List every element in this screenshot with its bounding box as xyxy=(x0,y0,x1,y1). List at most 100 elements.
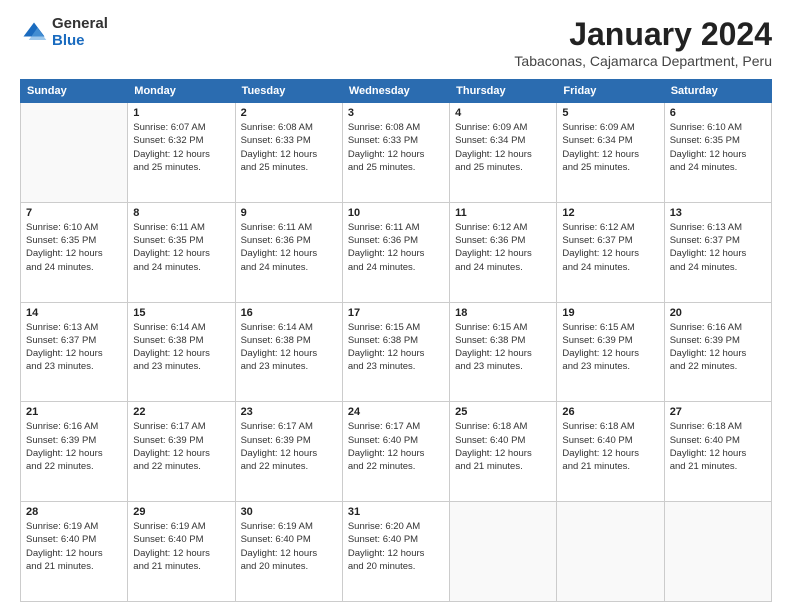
calendar-cell: 26 Sunrise: 6:18 AMSunset: 6:40 PMDayligh… xyxy=(557,402,664,502)
day-number: 5 xyxy=(562,107,658,119)
day-number: 4 xyxy=(455,107,551,119)
day-info: Sunrise: 6:12 AMSunset: 6:36 PMDaylight:… xyxy=(455,221,551,274)
title-block: January 2024 Tabaconas, Cajamarca Depart… xyxy=(514,16,772,69)
calendar-cell: 18 Sunrise: 6:15 AMSunset: 6:38 PMDayligh… xyxy=(450,302,557,402)
calendar-week-row: 1 Sunrise: 6:07 AMSunset: 6:32 PMDaylight… xyxy=(21,103,772,203)
day-of-week-header: Wednesday xyxy=(342,80,449,103)
day-number: 18 xyxy=(455,307,551,319)
day-info: Sunrise: 6:20 AMSunset: 6:40 PMDaylight:… xyxy=(348,520,444,573)
day-number: 11 xyxy=(455,207,551,219)
calendar-cell: 7Sunrise: 6:10 AMSunset: 6:35 PMDaylight… xyxy=(21,202,128,302)
logo-general: General xyxy=(52,16,108,33)
calendar-cell: 9Sunrise: 6:11 AMSunset: 6:36 PMDaylight… xyxy=(235,202,342,302)
day-number: 29 xyxy=(133,506,229,518)
day-number: 31 xyxy=(348,506,444,518)
day-number: 13 xyxy=(670,207,766,219)
day-info: Sunrise: 6:15 AMSunset: 6:38 PMDaylight:… xyxy=(348,321,444,374)
day-info: Sunrise: 6:18 AMSunset: 6:40 PMDaylight:… xyxy=(562,420,658,473)
day-number: 16 xyxy=(241,307,337,319)
day-number: 24 xyxy=(348,406,444,418)
calendar-cell: 4 Sunrise: 6:09 AMSunset: 6:34 PMDaylight… xyxy=(450,103,557,203)
calendar-cell: 30 Sunrise: 6:19 AMSunset: 6:40 PMDayligh… xyxy=(235,502,342,602)
day-number: 2 xyxy=(241,107,337,119)
day-info: Sunrise: 6:13 AMSunset: 6:37 PMDaylight:… xyxy=(26,321,122,374)
calendar-cell xyxy=(21,103,128,203)
day-info: Sunrise: 6:14 AMSunset: 6:38 PMDaylight:… xyxy=(241,321,337,374)
day-info: Sunrise: 6:13 AMSunset: 6:37 PMDaylight:… xyxy=(670,221,766,274)
day-number: 10 xyxy=(348,207,444,219)
day-info: Sunrise: 6:17 AMSunset: 6:39 PMDaylight:… xyxy=(133,420,229,473)
day-number: 20 xyxy=(670,307,766,319)
calendar-cell: 15 Sunrise: 6:14 AMSunset: 6:38 PMDayligh… xyxy=(128,302,235,402)
calendar-cell: 10 Sunrise: 6:11 AMSunset: 6:36 PMDayligh… xyxy=(342,202,449,302)
calendar-cell: 14 Sunrise: 6:13 AMSunset: 6:37 PMDayligh… xyxy=(21,302,128,402)
day-info: Sunrise: 6:15 AMSunset: 6:39 PMDaylight:… xyxy=(562,321,658,374)
day-of-week-header: Friday xyxy=(557,80,664,103)
logo: General Blue xyxy=(20,16,108,49)
day-number: 7 xyxy=(26,207,122,219)
calendar-cell: 27 Sunrise: 6:18 AMSunset: 6:40 PMDayligh… xyxy=(664,402,771,502)
day-of-week-header: Thursday xyxy=(450,80,557,103)
day-number: 14 xyxy=(26,307,122,319)
calendar-cell: 13 Sunrise: 6:13 AMSunset: 6:37 PMDayligh… xyxy=(664,202,771,302)
day-number: 26 xyxy=(562,406,658,418)
day-info: Sunrise: 6:17 AMSunset: 6:40 PMDaylight:… xyxy=(348,420,444,473)
calendar-body: 1 Sunrise: 6:07 AMSunset: 6:32 PMDaylight… xyxy=(21,103,772,602)
calendar-cell: 8Sunrise: 6:11 AMSunset: 6:35 PMDaylight… xyxy=(128,202,235,302)
days-of-week-row: SundayMondayTuesdayWednesdayThursdayFrid… xyxy=(21,80,772,103)
day-info: Sunrise: 6:09 AMSunset: 6:34 PMDaylight:… xyxy=(455,121,551,174)
day-number: 8 xyxy=(133,207,229,219)
day-info: Sunrise: 6:14 AMSunset: 6:38 PMDaylight:… xyxy=(133,321,229,374)
calendar-cell: 20 Sunrise: 6:16 AMSunset: 6:39 PMDayligh… xyxy=(664,302,771,402)
page-title: January 2024 xyxy=(514,16,772,53)
calendar-cell: 24 Sunrise: 6:17 AMSunset: 6:40 PMDayligh… xyxy=(342,402,449,502)
day-info: Sunrise: 6:16 AMSunset: 6:39 PMDaylight:… xyxy=(26,420,122,473)
calendar-cell: 3 Sunrise: 6:08 AMSunset: 6:33 PMDaylight… xyxy=(342,103,449,203)
day-number: 15 xyxy=(133,307,229,319)
calendar-cell: 2Sunrise: 6:08 AMSunset: 6:33 PMDaylight… xyxy=(235,103,342,203)
calendar-cell: 6Sunrise: 6:10 AMSunset: 6:35 PMDaylight… xyxy=(664,103,771,203)
calendar-cell xyxy=(557,502,664,602)
calendar-cell: 25Sunrise: 6:18 AMSunset: 6:40 PMDayligh… xyxy=(450,402,557,502)
day-number: 27 xyxy=(670,406,766,418)
calendar-cell: 29Sunrise: 6:19 AMSunset: 6:40 PMDayligh… xyxy=(128,502,235,602)
calendar-cell: 17 Sunrise: 6:15 AMSunset: 6:38 PMDayligh… xyxy=(342,302,449,402)
day-info: Sunrise: 6:15 AMSunset: 6:38 PMDaylight:… xyxy=(455,321,551,374)
calendar-week-row: 14 Sunrise: 6:13 AMSunset: 6:37 PMDayligh… xyxy=(21,302,772,402)
day-info: Sunrise: 6:12 AMSunset: 6:37 PMDaylight:… xyxy=(562,221,658,274)
day-info: Sunrise: 6:16 AMSunset: 6:39 PMDaylight:… xyxy=(670,321,766,374)
calendar-cell: 23Sunrise: 6:17 AMSunset: 6:39 PMDayligh… xyxy=(235,402,342,502)
day-info: Sunrise: 6:07 AMSunset: 6:32 PMDaylight:… xyxy=(133,121,229,174)
day-number: 30 xyxy=(241,506,337,518)
calendar-week-row: 7Sunrise: 6:10 AMSunset: 6:35 PMDaylight… xyxy=(21,202,772,302)
day-info: Sunrise: 6:19 AMSunset: 6:40 PMDaylight:… xyxy=(241,520,337,573)
day-number: 17 xyxy=(348,307,444,319)
page: General Blue January 2024 Tabaconas, Caj… xyxy=(0,0,792,612)
day-number: 3 xyxy=(348,107,444,119)
calendar-cell xyxy=(664,502,771,602)
day-number: 12 xyxy=(562,207,658,219)
calendar-cell xyxy=(450,502,557,602)
day-number: 22 xyxy=(133,406,229,418)
header: General Blue January 2024 Tabaconas, Caj… xyxy=(20,16,772,69)
day-info: Sunrise: 6:17 AMSunset: 6:39 PMDaylight:… xyxy=(241,420,337,473)
calendar-week-row: 21 Sunrise: 6:16 AMSunset: 6:39 PMDayligh… xyxy=(21,402,772,502)
day-info: Sunrise: 6:11 AMSunset: 6:36 PMDaylight:… xyxy=(348,221,444,274)
day-of-week-header: Saturday xyxy=(664,80,771,103)
day-of-week-header: Sunday xyxy=(21,80,128,103)
day-number: 28 xyxy=(26,506,122,518)
calendar-cell: 22 Sunrise: 6:17 AMSunset: 6:39 PMDayligh… xyxy=(128,402,235,502)
calendar-cell: 21 Sunrise: 6:16 AMSunset: 6:39 PMDayligh… xyxy=(21,402,128,502)
calendar-table: SundayMondayTuesdayWednesdayThursdayFrid… xyxy=(20,79,772,602)
calendar-cell: 19Sunrise: 6:15 AMSunset: 6:39 PMDayligh… xyxy=(557,302,664,402)
calendar-header: SundayMondayTuesdayWednesdayThursdayFrid… xyxy=(21,80,772,103)
day-info: Sunrise: 6:09 AMSunset: 6:34 PMDaylight:… xyxy=(562,121,658,174)
day-info: Sunrise: 6:18 AMSunset: 6:40 PMDaylight:… xyxy=(670,420,766,473)
day-info: Sunrise: 6:08 AMSunset: 6:33 PMDaylight:… xyxy=(348,121,444,174)
day-number: 21 xyxy=(26,406,122,418)
calendar-cell: 31 Sunrise: 6:20 AMSunset: 6:40 PMDayligh… xyxy=(342,502,449,602)
day-info: Sunrise: 6:18 AMSunset: 6:40 PMDaylight:… xyxy=(455,420,551,473)
day-number: 1 xyxy=(133,107,229,119)
calendar-cell: 16 Sunrise: 6:14 AMSunset: 6:38 PMDayligh… xyxy=(235,302,342,402)
calendar-cell: 5 Sunrise: 6:09 AMSunset: 6:34 PMDaylight… xyxy=(557,103,664,203)
